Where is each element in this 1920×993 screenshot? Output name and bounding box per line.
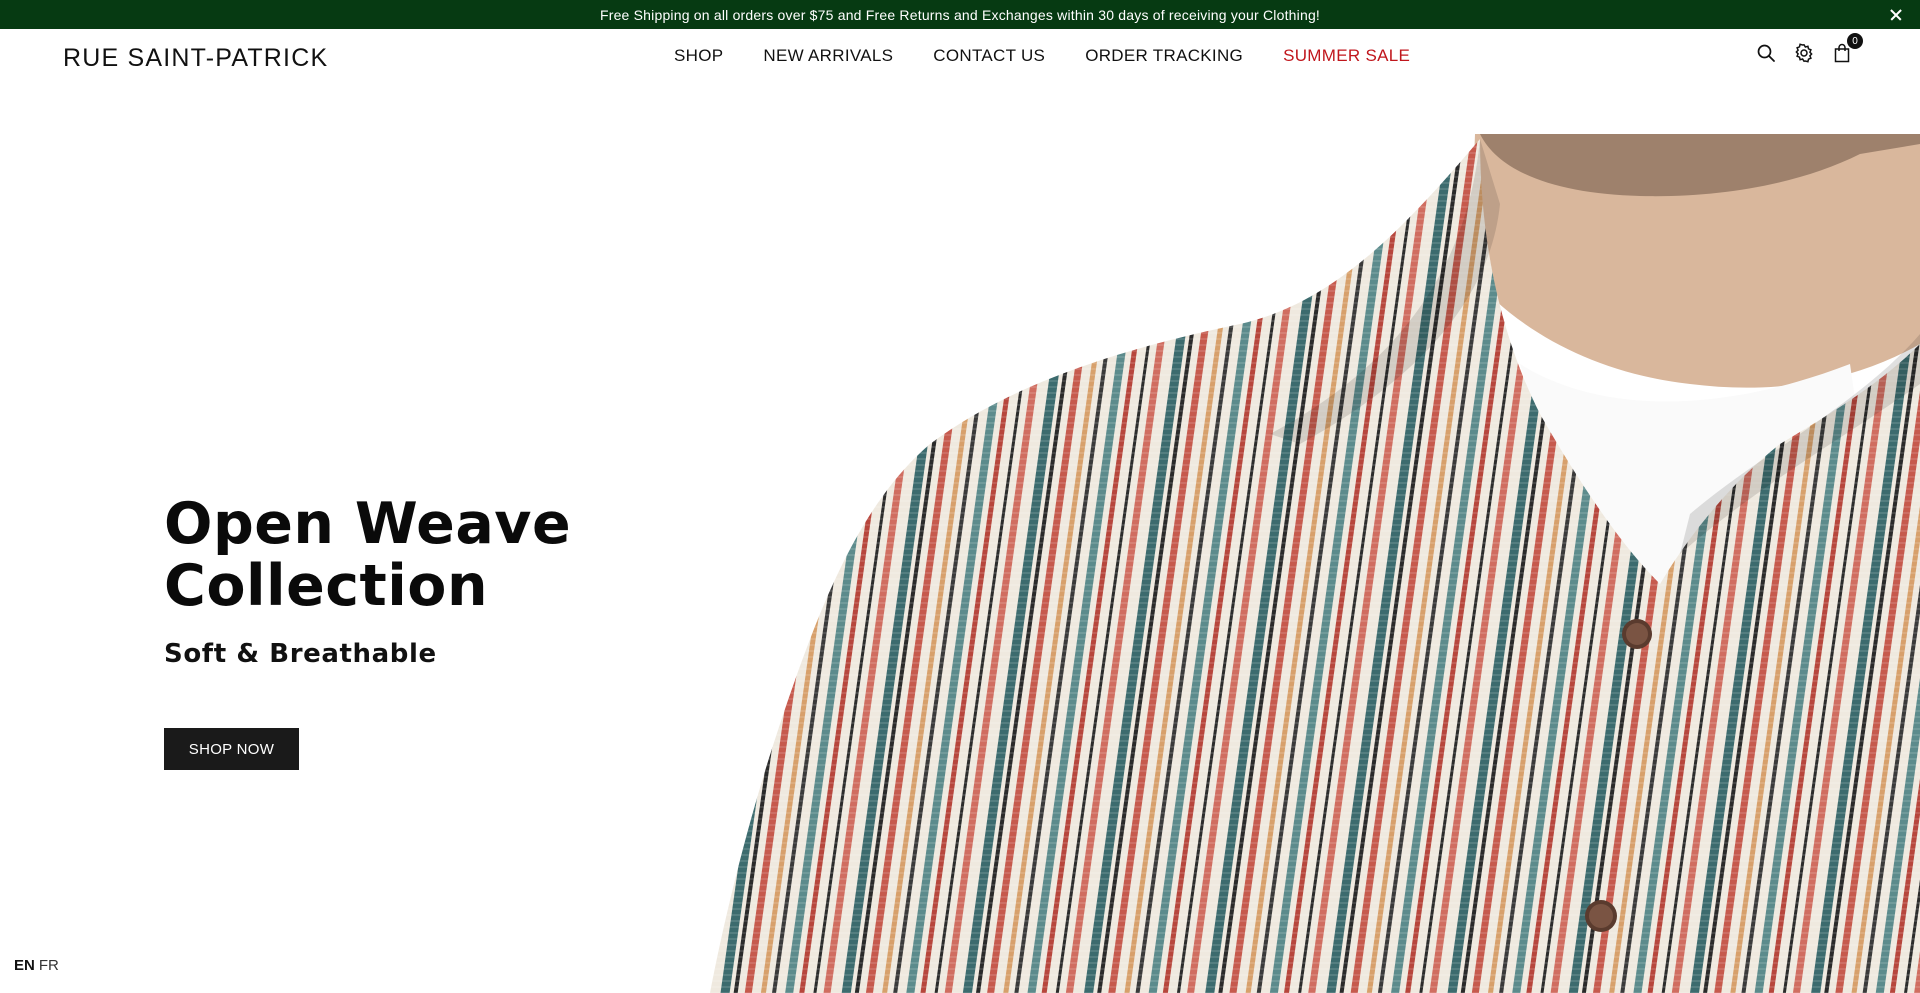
site-header: RUE SAINT-PATRICK SHOP NEW ARRIVALS CONT…: [0, 29, 1920, 84]
hero-title-line1: Open Weave: [164, 491, 572, 557]
close-icon[interactable]: [1886, 5, 1906, 25]
logo[interactable]: RUE SAINT-PATRICK: [63, 44, 328, 73]
cart-count-badge: 0: [1847, 33, 1863, 49]
header-icons: 0: [1756, 33, 1863, 63]
nav-shop[interactable]: SHOP: [674, 46, 723, 66]
search-icon[interactable]: [1756, 43, 1776, 63]
language-switcher: EN FR: [14, 957, 59, 974]
lang-en[interactable]: EN: [14, 957, 35, 974]
hero-title: Open Weave Collection: [164, 493, 571, 617]
nav-contact-us[interactable]: CONTACT US: [933, 46, 1045, 66]
gear-icon[interactable]: [1794, 43, 1814, 63]
bag-icon[interactable]: 0: [1832, 33, 1863, 63]
main-nav: SHOP NEW ARRIVALS CONTACT US ORDER TRACK…: [674, 46, 1410, 66]
hero-subtitle: Soft & Breathable: [164, 639, 437, 669]
nav-order-tracking[interactable]: ORDER TRACKING: [1085, 46, 1243, 66]
hero-title-line2: Collection: [164, 553, 489, 619]
lang-fr[interactable]: FR: [39, 957, 59, 974]
shop-now-button[interactable]: SHOP NOW: [164, 728, 299, 770]
announcement-bar: Free Shipping on all orders over $75 and…: [0, 0, 1920, 29]
announcement-text: Free Shipping on all orders over $75 and…: [599, 6, 1321, 23]
hero-text: Open Weave Collection Soft & Breathable: [164, 493, 571, 669]
nav-new-arrivals[interactable]: NEW ARRIVALS: [763, 46, 893, 66]
nav-summer-sale[interactable]: SUMMER SALE: [1283, 46, 1410, 66]
